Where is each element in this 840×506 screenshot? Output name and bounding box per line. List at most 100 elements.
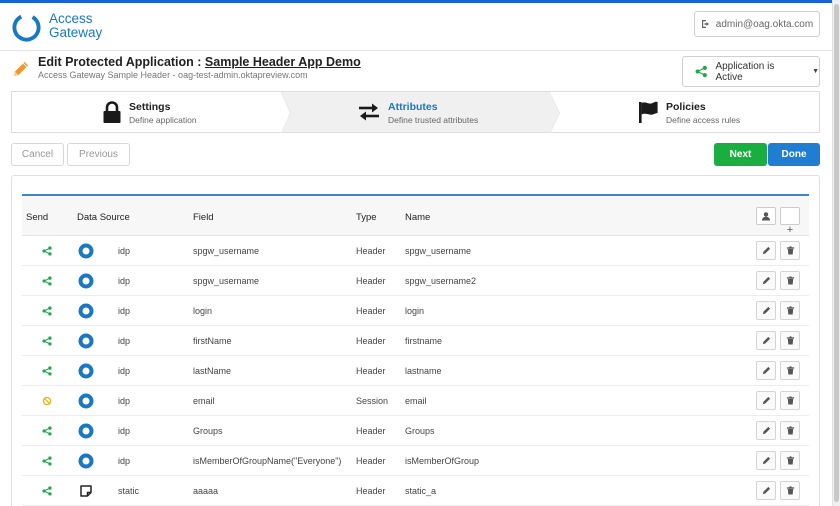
table-header: Send Data Source Field Type Name + bbox=[22, 196, 809, 236]
row-type: Header bbox=[356, 306, 386, 316]
share-icon bbox=[42, 426, 52, 436]
row-field: aaaaa bbox=[193, 486, 219, 496]
user-menu-button[interactable]: admin@oag.okta.com bbox=[694, 11, 820, 37]
wizard-step-settings[interactable]: Settings Define application bbox=[12, 92, 291, 134]
lock-icon bbox=[103, 101, 121, 123]
flag-icon bbox=[639, 101, 658, 123]
edit-attribute-button[interactable] bbox=[756, 451, 776, 470]
row-type: Header bbox=[356, 276, 386, 286]
row-type: Header bbox=[356, 426, 386, 436]
idp-source-icon bbox=[78, 303, 94, 319]
row-name: isMemberOfGroup bbox=[405, 456, 480, 466]
edit-attribute-button[interactable] bbox=[756, 421, 776, 440]
wizard-step-attributes-desc: Define trusted attributes bbox=[388, 115, 479, 125]
trash-icon bbox=[786, 306, 794, 315]
cancel-button[interactable]: Cancel bbox=[11, 143, 64, 166]
row-data-source: idp bbox=[118, 336, 131, 346]
logo-text: Access Gateway bbox=[49, 12, 102, 40]
delete-attribute-button[interactable] bbox=[780, 391, 800, 410]
idp-source-icon bbox=[78, 273, 94, 289]
blocked-icon bbox=[42, 396, 52, 406]
row-data-source: idp bbox=[118, 246, 131, 256]
previous-button[interactable]: Previous bbox=[67, 143, 130, 166]
wizard-step-attributes-title: Attributes bbox=[388, 101, 438, 113]
done-button[interactable]: Done bbox=[768, 143, 820, 166]
table-row: idp firstName Header firstname bbox=[22, 326, 809, 356]
user-email: admin@oag.okta.com bbox=[715, 18, 814, 30]
edit-attribute-button[interactable] bbox=[756, 391, 776, 410]
caret-down-icon: ▼ bbox=[812, 68, 819, 75]
edit-attribute-button[interactable] bbox=[756, 331, 776, 350]
table-body: idp spgw_username Header spgw_username idp sp… bbox=[22, 236, 809, 506]
row-field: spgw_username bbox=[193, 276, 260, 286]
wizard-step-policies-title: Policies bbox=[666, 101, 706, 113]
next-button[interactable]: Next bbox=[714, 143, 767, 166]
row-type: Header bbox=[356, 336, 386, 346]
scrollbar-thumb[interactable] bbox=[834, 4, 839, 502]
delete-attribute-button[interactable] bbox=[780, 481, 800, 500]
user-hat-icon bbox=[762, 212, 770, 221]
table-row: idp lastName Header lastname bbox=[22, 356, 809, 386]
row-type: Header bbox=[356, 246, 386, 256]
wizard-step-policies[interactable]: Policies Define access rules bbox=[550, 92, 819, 132]
row-type: Header bbox=[356, 366, 386, 376]
trash-icon bbox=[786, 366, 794, 375]
edit-attribute-button[interactable] bbox=[756, 271, 776, 290]
app-header: Access Gateway admin@oag.okta.com bbox=[0, 3, 832, 51]
row-data-source: idp bbox=[118, 396, 131, 406]
app-status-label: Application is Active bbox=[715, 60, 775, 83]
trash-icon bbox=[786, 456, 794, 465]
edit-attribute-button[interactable] bbox=[756, 241, 776, 260]
add-attribute-button[interactable]: + bbox=[780, 207, 800, 236]
col-send: Send bbox=[26, 212, 49, 223]
pencil-icon bbox=[762, 246, 770, 255]
col-name: Name bbox=[405, 212, 431, 223]
share-icon bbox=[42, 456, 52, 466]
row-name: email bbox=[405, 396, 427, 406]
wizard-step-settings-title: Settings bbox=[129, 101, 171, 113]
trash-icon bbox=[786, 336, 794, 345]
delete-attribute-button[interactable] bbox=[780, 301, 800, 320]
pencil-icon bbox=[762, 426, 770, 435]
edit-attribute-button[interactable] bbox=[756, 301, 776, 320]
page-subtitle: Access Gateway Sample Header - oag-test-… bbox=[38, 70, 308, 80]
row-data-source: static bbox=[118, 486, 140, 496]
app-status-dropdown[interactable]: Application is Active ▼ bbox=[682, 56, 820, 87]
trash-icon bbox=[786, 426, 794, 435]
table-row: idp Groups Header Groups bbox=[22, 416, 809, 446]
row-field: lastName bbox=[193, 366, 232, 376]
row-data-source: idp bbox=[118, 306, 131, 316]
table-row: idp login Header login bbox=[22, 296, 809, 326]
vertical-scrollbar[interactable] bbox=[832, 0, 840, 506]
row-name: spgw_username bbox=[405, 246, 472, 256]
edit-attribute-button[interactable] bbox=[756, 361, 776, 380]
share-icon bbox=[42, 246, 52, 256]
table-row: idp spgw_username Header spgw_username bbox=[22, 236, 809, 266]
share-icon bbox=[42, 276, 52, 286]
plus-icon: + bbox=[786, 224, 794, 236]
page-title-prefix: Edit Protected Application : bbox=[38, 55, 205, 69]
pencil-icon bbox=[762, 366, 770, 375]
idp-source-icon bbox=[78, 423, 94, 439]
delete-attribute-button[interactable] bbox=[780, 451, 800, 470]
row-data-source: idp bbox=[118, 426, 131, 436]
delete-attribute-button[interactable] bbox=[780, 421, 800, 440]
row-name: Groups bbox=[405, 426, 435, 436]
delete-attribute-button[interactable] bbox=[780, 331, 800, 350]
logo-line-2: Gateway bbox=[49, 25, 103, 40]
wizard-step-attributes[interactable]: Attributes Define trusted attributes bbox=[281, 92, 560, 134]
edit-attribute-button[interactable] bbox=[756, 481, 776, 500]
delete-attribute-button[interactable] bbox=[780, 241, 800, 260]
preview-headers-button[interactable] bbox=[756, 207, 776, 225]
row-name: login bbox=[405, 306, 425, 316]
app-name-link[interactable]: Sample Header App Demo bbox=[205, 55, 361, 69]
row-field: email bbox=[193, 396, 215, 406]
col-field: Field bbox=[193, 212, 214, 223]
pencil-icon bbox=[762, 276, 770, 285]
row-type: Header bbox=[356, 486, 386, 496]
table-row: idp isMemberOfGroupName("Everyone") Header… bbox=[22, 446, 809, 476]
share-icon bbox=[42, 306, 52, 316]
trash-icon bbox=[786, 246, 794, 255]
delete-attribute-button[interactable] bbox=[780, 361, 800, 380]
delete-attribute-button[interactable] bbox=[780, 271, 800, 290]
